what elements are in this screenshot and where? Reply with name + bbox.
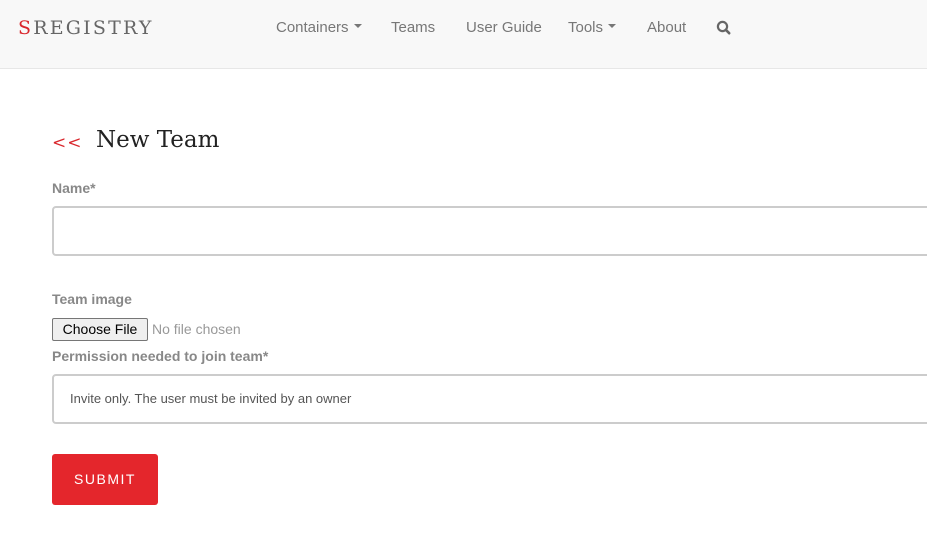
nav-user-guide[interactable]: User Guide [466,19,542,36]
nav-user-guide-label: User Guide [466,19,542,36]
permission-selected-value: Invite only. The user must be invited by… [70,391,352,406]
caret-down-icon [353,24,362,29]
back-link[interactable]: << [52,133,83,153]
permission-field-label: Permission needed to join team* [52,348,269,364]
page-title: New Team [96,127,220,153]
nav-containers[interactable]: Containers [276,19,362,36]
nav-tools[interactable]: Tools [568,19,617,36]
team-name-input[interactable] [52,206,927,256]
nav-about-label: About [647,19,687,36]
name-field-label: Name* [52,180,96,196]
nav-tools-label: Tools [568,19,604,36]
nav-teams[interactable]: Teams [391,19,435,36]
nav-about[interactable]: About [647,19,686,36]
brand-logo[interactable]: SREGISTRY [18,17,154,39]
file-status-text: No file chosen [152,321,241,337]
nav-containers-label: Containers [276,19,349,36]
top-navbar: SREGISTRY Containers Teams User Guide To… [0,0,927,69]
caret-down-icon [608,24,617,29]
brand-name: REGISTRY [33,17,154,39]
nav-teams-label: Teams [391,19,436,36]
permission-select[interactable]: Invite only. The user must be invited by… [52,374,927,424]
submit-button[interactable]: SUBMIT [52,454,158,505]
search-icon[interactable] [715,19,733,37]
choose-file-button[interactable]: Choose File [52,318,148,341]
brand-initial: S [18,17,34,39]
team-image-label: Team image [52,291,132,307]
